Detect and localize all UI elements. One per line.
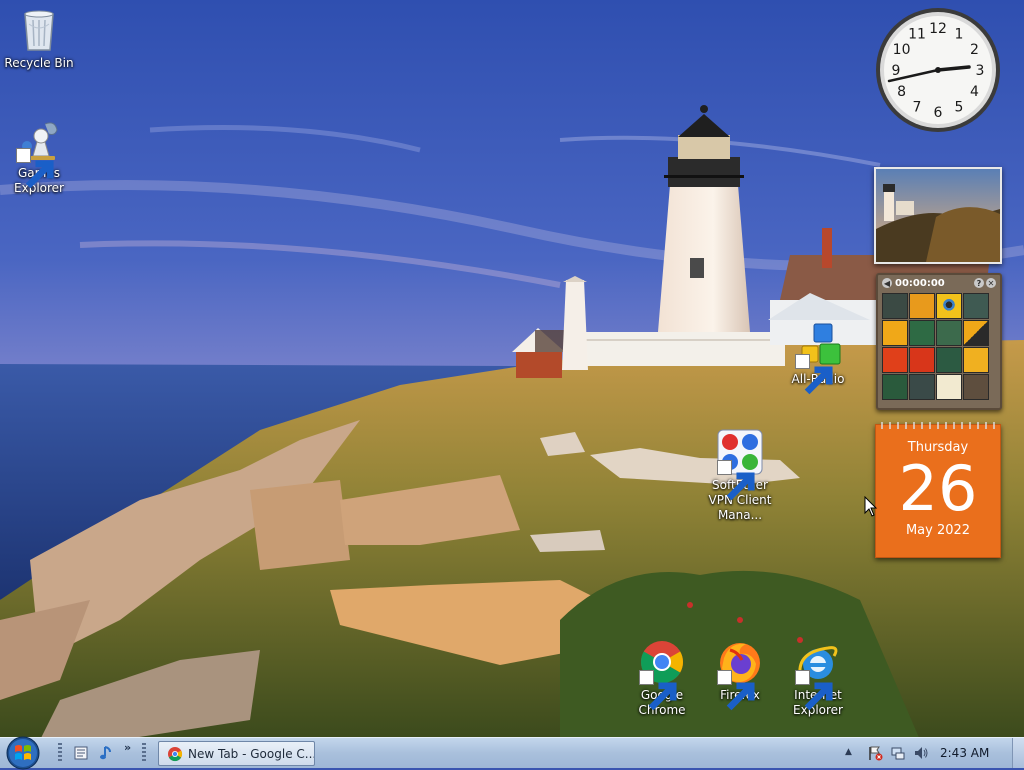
clock-number: 1 [955,27,964,43]
puzzle-tile[interactable] [882,347,908,373]
all-radio-desktop-icon[interactable]: All-Radio [779,322,857,395]
puzzle-timer: 00:00:00 [895,277,945,289]
clock-number: 12 [929,21,947,37]
puzzle-tile[interactable] [963,320,989,346]
puzzle-timer-icon[interactable]: ◀ [882,278,892,288]
puzzle-tile[interactable] [909,293,935,319]
firefox-icon [716,638,764,711]
puzzle-tile[interactable] [909,320,935,346]
calendar-binding-rings [881,422,995,429]
taskbar-clock[interactable]: 2:43 AM [940,746,989,760]
puzzle-tile[interactable] [909,374,935,400]
clock-number: 6 [934,105,943,121]
clock-number: 9 [892,63,901,79]
calendar-day-number: 26 [898,452,978,525]
puzzle-tile[interactable] [936,293,962,319]
puzzle-close-button[interactable]: ✕ [986,278,996,288]
puzzle-tile[interactable] [882,293,908,319]
chrome-icon [638,638,686,711]
shortcut-arrow-icon [795,354,833,395]
puzzle-toolbar: ◀ 00:00:00 ? ✕ [878,275,1000,291]
volume-icon[interactable] [913,745,929,761]
shortcut-arrow-icon [639,670,677,711]
start-button[interactable] [4,734,42,770]
clock-number: 2 [970,42,979,58]
desktop-wallpaper-lighthouse [0,0,1024,740]
shortcut-arrow-icon [795,670,833,711]
picture-puzzle-gadget[interactable]: ◀ 00:00:00 ? ✕ [876,273,1002,410]
show-hidden-icons-button[interactable]: ▲ [845,747,852,757]
puzzle-grid[interactable] [878,291,1000,402]
media-player-quicklaunch-icon[interactable] [97,745,113,761]
clock-number: 3 [976,63,985,79]
recycle-bin-label: Recycle Bin [4,56,74,70]
mouse-pointer-icon [864,496,878,517]
taskbar-button-label: New Tab - Google C... [188,746,314,761]
puzzle-tile[interactable] [936,347,962,373]
puzzle-tile[interactable] [963,293,989,319]
action-center-flag-icon[interactable] [867,745,883,761]
taskbar: » New Tab - Google C... ▲ 2:43 AM [0,734,1024,770]
clock-number: 7 [913,99,922,115]
games-explorer-desktop-icon[interactable]: Games Explorer [0,116,78,196]
clock-number: 4 [970,84,979,100]
puzzle-tile[interactable] [936,320,962,346]
google-chrome-desktop-icon[interactable]: Google Chrome [623,638,701,718]
clock-number: 10 [893,42,911,58]
recycle-bin-icon [15,6,63,54]
all-radio-icon [794,322,842,395]
taskbar-grip[interactable] [58,743,62,763]
show-desktop-button[interactable] [1012,738,1024,768]
shortcut-arrow-icon [16,148,54,189]
puzzle-tile[interactable] [936,374,962,400]
recycle-bin-desktop-icon[interactable]: Recycle Bin [0,6,78,71]
calendar-month-year: May 2022 [905,523,971,538]
puzzle-tile[interactable] [882,374,908,400]
internet-explorer-icon [794,638,842,711]
taskbar-button-chrome[interactable]: New Tab - Google C... [158,741,315,766]
games-explorer-icon [15,116,63,189]
clock-number: 5 [955,99,964,115]
network-icon[interactable] [890,745,906,761]
shortcut-arrow-icon [717,670,755,711]
chrome-icon [168,746,183,761]
clock-gadget[interactable]: 12 12 3 45678 9 1011 [874,6,1002,134]
puzzle-tile[interactable] [963,347,989,373]
puzzle-tile[interactable] [882,320,908,346]
quicklaunch-more-button[interactable]: » [124,741,131,754]
show-desktop-quicklaunch-icon[interactable] [73,745,89,761]
calendar-gadget[interactable]: Thursday 26 May 2022 [875,422,1001,558]
softether-vpn-icon [716,428,764,501]
puzzle-tile[interactable] [909,347,935,373]
puzzle-help-button[interactable]: ? [974,278,984,288]
clock-number: 11 [908,27,926,43]
slideshow-photo [876,169,1000,262]
softether-desktop-icon[interactable]: SoftEther VPN Client Mana... [701,428,779,523]
firefox-desktop-icon[interactable]: Firefox [701,638,779,711]
puzzle-empty-slot[interactable] [963,374,989,400]
clock-number: 8 [897,84,906,100]
slideshow-gadget[interactable] [874,167,1002,264]
internet-explorer-desktop-icon[interactable]: Internet Explorer [779,638,857,718]
shortcut-arrow-icon [717,460,755,501]
taskbar-grip[interactable] [142,743,146,763]
